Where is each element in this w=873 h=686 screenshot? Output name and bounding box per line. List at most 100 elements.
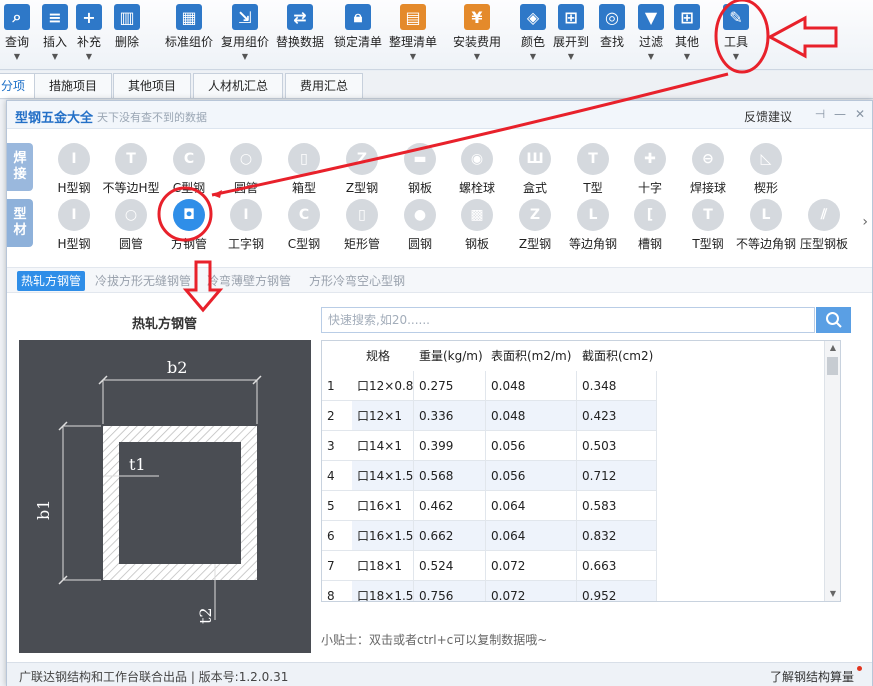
cell-surface[interactable]: 0.048 — [486, 401, 577, 431]
weld-shape-plate[interactable]: ▬ 钢板 — [391, 143, 449, 196]
lock-list-button[interactable]: 🔒︎ 锁定清单 — [334, 4, 382, 50]
cell-weight[interactable]: 0.275 — [414, 371, 486, 401]
color-button[interactable]: ◈ 颜色 ▼ — [520, 4, 546, 61]
organize-list-button[interactable]: ▤ 整理清单 ▼ — [389, 4, 437, 61]
replace-data-button[interactable]: ⇄ 替换数据 — [276, 4, 324, 50]
find-button[interactable]: ◎ 查找 — [599, 4, 625, 50]
minimize-icon[interactable]: — — [832, 106, 848, 122]
profile-shape-round-bar[interactable]: ● 圆钢 — [391, 199, 449, 252]
profile-shape-deck-plate[interactable]: ⫽ 压型钢板 — [795, 199, 853, 252]
quick-search-input[interactable] — [321, 307, 815, 333]
weld-shape-bolt-ball[interactable]: ◉ 螺栓球 — [448, 143, 506, 196]
table-row[interactable]: 1 口12×0.8 0.275 0.048 0.348 — [322, 371, 657, 401]
expand-to-button[interactable]: ⊞ 展开到 ▼ — [553, 4, 589, 61]
cell-spec[interactable]: 口18×1 — [352, 551, 414, 581]
cell-spec[interactable]: 口18×1.5 — [352, 581, 414, 601]
profile-shape-equal-angle[interactable]: L 等边角钢 — [564, 199, 622, 252]
cell-spec[interactable]: 口14×1 — [352, 431, 414, 461]
header-spec[interactable]: 规格 — [352, 341, 414, 371]
cell-surface[interactable]: 0.064 — [486, 521, 577, 551]
weld-shape-box[interactable]: ▯ 箱型 — [275, 143, 333, 196]
profile-shape-i-beam[interactable]: I 工字钢 — [217, 199, 275, 252]
supplement-button[interactable]: + 补充 ▼ — [76, 4, 102, 61]
tab-other-items[interactable]: 其他项目 — [113, 73, 192, 98]
header-weight[interactable]: 重量(kg/m) — [414, 341, 486, 371]
profile-shape-channel[interactable]: [槽钢 — [621, 199, 679, 252]
cell-surface[interactable]: 0.056 — [486, 461, 577, 491]
table-row[interactable]: 3 口14×1 0.399 0.056 0.503 — [322, 431, 657, 461]
cell-surface[interactable]: 0.056 — [486, 431, 577, 461]
profile-shape-c-steel[interactable]: C C型钢 — [275, 199, 333, 252]
profile-shape-plate[interactable]: ▩ 钢板 — [448, 199, 506, 252]
cell-weight[interactable]: 0.568 — [414, 461, 486, 491]
cell-section[interactable]: 0.503 — [577, 431, 657, 461]
header-section[interactable]: 截面积(cm2) — [577, 341, 657, 371]
insert-button[interactable]: ≡ 插入 ▼ — [42, 4, 68, 61]
cell-spec[interactable]: 口14×1.5 — [352, 461, 414, 491]
table-scrollbar[interactable]: ▲ ▼ — [824, 341, 840, 601]
cell-section[interactable]: 0.348 — [577, 371, 657, 401]
standard-price-button[interactable]: ▦ 标准组价 — [165, 4, 213, 50]
weld-shape-weld-ball[interactable]: ⊖ 焊接球 — [679, 143, 737, 196]
cell-section[interactable]: 0.832 — [577, 521, 657, 551]
weld-shape-c-steel[interactable]: C C型钢 — [160, 143, 218, 196]
subtab-cold-drawn[interactable]: 冷拔方形无缝钢管 — [91, 271, 195, 291]
cell-surface[interactable]: 0.072 — [486, 551, 577, 581]
cell-weight[interactable]: 0.399 — [414, 431, 486, 461]
cell-section[interactable]: 0.952 — [577, 581, 657, 601]
cell-surface[interactable]: 0.048 — [486, 371, 577, 401]
weld-shape-z-steel[interactable]: Z Z型钢 — [333, 143, 391, 196]
cell-spec[interactable]: 口16×1 — [352, 491, 414, 521]
profile-shape-square-tube[interactable]: ◘ 方钢管 — [160, 199, 218, 252]
pin-icon[interactable]: ⊣ — [812, 106, 828, 122]
chevron-right-icon[interactable]: › — [862, 214, 868, 230]
tab-labor-material-summary[interactable]: 人材机汇总 — [193, 73, 284, 98]
subtab-cold-bent-thin[interactable]: 冷弯薄壁方钢管 — [203, 271, 295, 291]
scroll-down-icon[interactable]: ▼ — [825, 587, 840, 601]
profile-shape-round-pipe[interactable]: ○ 圆管 — [102, 199, 160, 252]
cell-section[interactable]: 0.663 — [577, 551, 657, 581]
subtab-cold-hollow[interactable]: 方形冷弯空心型钢 — [305, 271, 409, 291]
close-icon[interactable]: ✕ — [852, 106, 868, 122]
table-row[interactable]: 4 口14×1.5 0.568 0.056 0.712 — [322, 461, 657, 491]
table-row[interactable]: 6 口16×1.5 0.662 0.064 0.832 — [322, 521, 657, 551]
reuse-price-button[interactable]: ⇲ 复用组价 ▼ — [221, 4, 269, 61]
delete-button[interactable]: ▥ 删除 — [114, 4, 140, 50]
cell-surface[interactable]: 0.064 — [486, 491, 577, 521]
search-button[interactable] — [816, 307, 851, 333]
profile-shape-unequal-angle[interactable]: L 不等边角钢 — [736, 199, 796, 252]
query-button[interactable]: ⌕ 查询 ▼ — [4, 4, 30, 61]
feedback-link[interactable]: 反馈建议 — [744, 108, 792, 125]
weld-shape-box-type[interactable]: Ш 盒式 — [506, 143, 564, 196]
weld-shape-t[interactable]: T T型 — [564, 143, 622, 196]
cell-surface[interactable]: 0.072 — [486, 581, 577, 601]
cell-weight[interactable]: 0.462 — [414, 491, 486, 521]
scroll-thumb[interactable] — [827, 357, 838, 375]
table-row[interactable]: 8 口18×1.5 0.756 0.072 0.952 — [322, 581, 657, 601]
subtab-hot-rolled[interactable]: 热轧方钢管 — [17, 271, 86, 291]
cell-section[interactable]: 0.423 — [577, 401, 657, 431]
profile-shape-rect-tube[interactable]: ▯ 矩形管 — [333, 199, 391, 252]
weld-shape-wedge[interactable]: ◺ 楔形 — [737, 143, 795, 196]
tools-button[interactable]: ✎ 工具 ▼ — [723, 4, 749, 61]
learn-more-link[interactable]: 了解钢结构算量 — [770, 668, 854, 685]
table-row[interactable]: 2 口12×1 0.336 0.048 0.423 — [322, 401, 657, 431]
table-row[interactable]: 5 口16×1 0.462 0.064 0.583 — [322, 491, 657, 521]
tab-sub-items[interactable]: 分项 — [0, 73, 37, 98]
weld-shape-unequal-h[interactable]: T 不等边H型 — [102, 143, 160, 196]
tab-measures[interactable]: 措施项目 — [34, 73, 113, 98]
category-weld[interactable]: 焊 接 — [7, 143, 33, 191]
cell-section[interactable]: 0.583 — [577, 491, 657, 521]
cell-section[interactable]: 0.712 — [577, 461, 657, 491]
install-fee-button[interactable]: ¥ 安装费用 ▼ — [453, 4, 501, 61]
cell-weight[interactable]: 0.336 — [414, 401, 486, 431]
weld-shape-h-beam[interactable]: I H型钢 — [45, 143, 103, 196]
tab-fee-summary[interactable]: 费用汇总 — [285, 73, 364, 98]
profile-shape-t-steel[interactable]: T T型钢 — [679, 199, 737, 252]
cell-spec[interactable]: 口12×0.8 — [352, 371, 414, 401]
cell-weight[interactable]: 0.662 — [414, 521, 486, 551]
scroll-up-icon[interactable]: ▲ — [825, 341, 840, 355]
cell-weight[interactable]: 0.756 — [414, 581, 486, 601]
table-row[interactable]: 7 口18×1 0.524 0.072 0.663 — [322, 551, 657, 581]
category-profile[interactable]: 型 材 — [7, 199, 33, 247]
